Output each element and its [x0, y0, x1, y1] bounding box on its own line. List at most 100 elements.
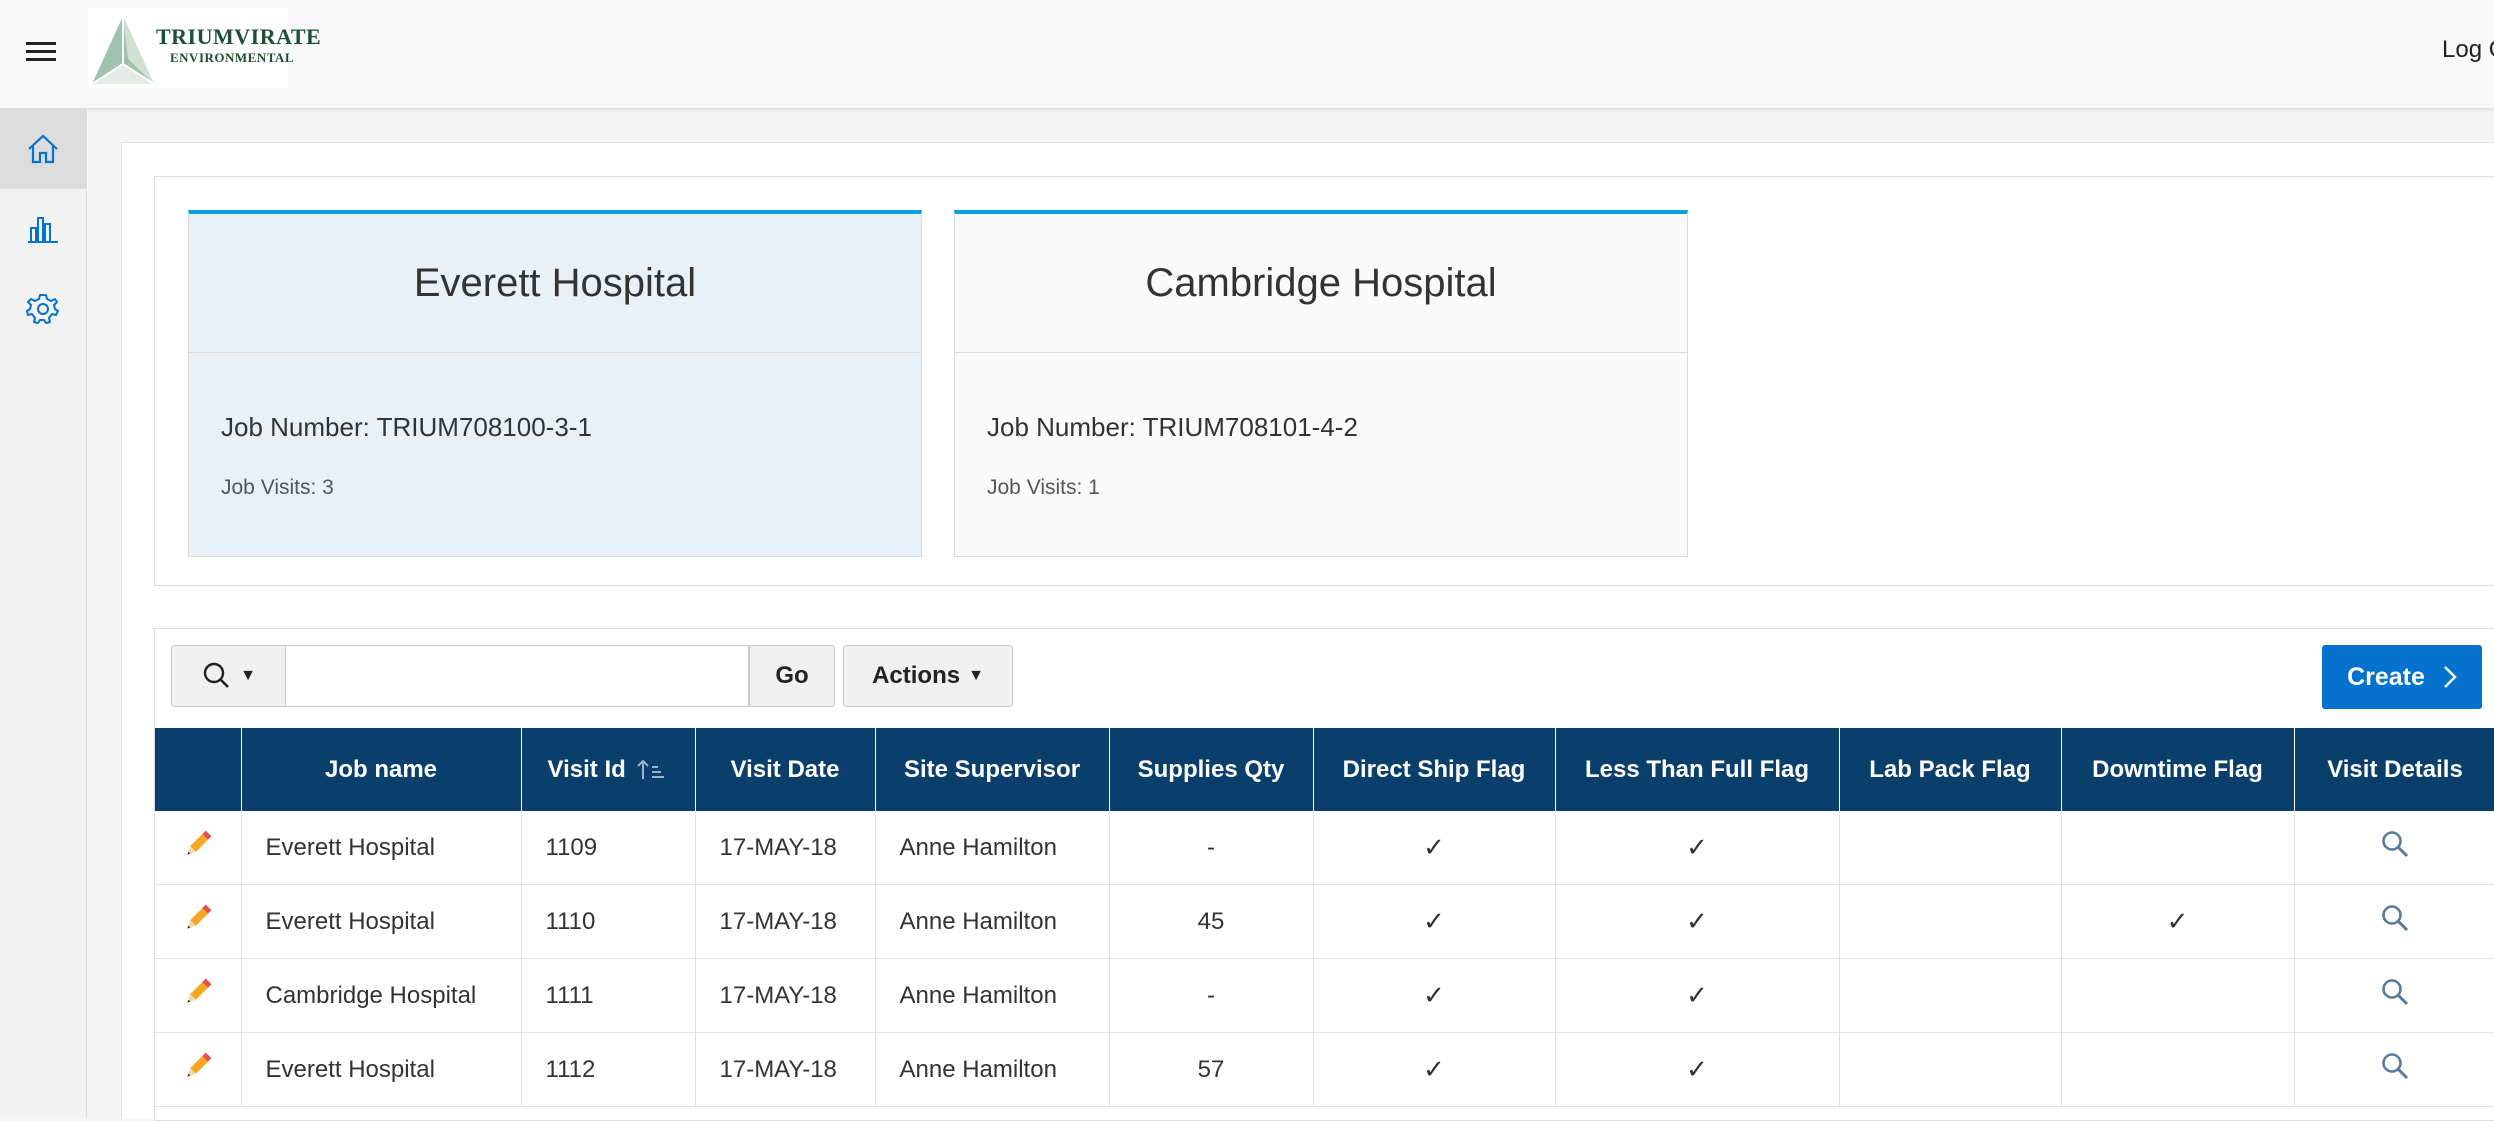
visit-id-cell: 1109 — [521, 811, 696, 885]
direct-ship-flag-cell: ✓ — [1313, 884, 1556, 959]
column-header-lab-pack-flag[interactable]: Lab Pack Flag — [1839, 728, 2062, 811]
table-row: Everett Hospital 1109 17-MAY-18 Anne Hamilt… — [155, 811, 2494, 885]
edit-cell[interactable] — [155, 811, 242, 885]
gear-icon — [26, 294, 59, 324]
column-header-direct-ship-flag[interactable]: Direct Ship Flag — [1313, 728, 1556, 811]
supplies-qty-cell: 45 — [1109, 884, 1314, 959]
job-name-cell: Everett Hospital — [241, 884, 522, 959]
visit-id-cell: 1110 — [521, 884, 696, 959]
sidebar-item-home[interactable] — [0, 109, 86, 189]
less-than-full-flag-cell: ✓ — [1555, 884, 1840, 959]
magnifier-icon — [2382, 831, 2409, 858]
visit-date-cell: 17-MAY-18 — [695, 1032, 876, 1107]
home-icon — [28, 134, 58, 164]
visit-id-cell: 1111 — [521, 958, 696, 1033]
sidebar-item-reports[interactable] — [0, 189, 86, 269]
checkmark-icon: ✓ — [1423, 980, 1445, 1010]
site-supervisor-cell: Anne Hamilton — [875, 811, 1110, 885]
main-content: Everett Hospital Job Number: TRIUM708100… — [121, 142, 2494, 1121]
magnifier-icon — [2382, 905, 2409, 932]
visit-details-cell[interactable] — [2294, 884, 2494, 959]
edit-cell[interactable] — [155, 958, 242, 1033]
actions-button[interactable]: Actions ▼ — [843, 645, 1013, 707]
chevron-down-icon: ▼ — [968, 667, 984, 684]
pencil-icon — [187, 978, 212, 1003]
visit-details-cell[interactable] — [2294, 1032, 2494, 1107]
search-icon — [203, 662, 229, 688]
site-supervisor-cell: Anne Hamilton — [875, 958, 1110, 1033]
column-header-edit — [155, 728, 242, 811]
lab-pack-flag-cell — [1839, 958, 2062, 1033]
side-navigation — [0, 109, 87, 1118]
supplies-qty-cell: 57 — [1109, 1032, 1314, 1107]
column-header-job-name[interactable]: Job name — [241, 728, 522, 811]
downtime-flag-cell — [2061, 958, 2295, 1033]
create-button[interactable]: Create — [2322, 645, 2482, 709]
direct-ship-flag-cell: ✓ — [1313, 1032, 1556, 1107]
visit-details-cell[interactable] — [2294, 958, 2494, 1033]
lab-pack-flag-cell — [1839, 1032, 2062, 1107]
chevron-right-icon — [2444, 666, 2457, 688]
column-header-site-supervisor[interactable]: Site Supervisor — [875, 728, 1110, 811]
visit-details-cell[interactable] — [2294, 811, 2494, 885]
direct-ship-flag-cell: ✓ — [1313, 958, 1556, 1033]
edit-cell[interactable] — [155, 1032, 242, 1107]
checkmark-icon: ✓ — [2166, 906, 2189, 936]
visit-date-cell: 17-MAY-18 — [695, 811, 876, 885]
visit-date-cell: 17-MAY-18 — [695, 958, 876, 1033]
magnifier-icon — [2382, 1053, 2409, 1080]
magnifier-icon — [2382, 979, 2409, 1006]
card-job-visits: Job Visits: 3 — [221, 476, 334, 499]
job-name-cell: Everett Hospital — [241, 1032, 522, 1107]
checkmark-icon: ✓ — [1686, 832, 1708, 862]
card-title: Cambridge Hospital — [955, 214, 1687, 353]
site-supervisor-cell: Anne Hamilton — [875, 1032, 1110, 1107]
pencil-icon — [187, 830, 212, 855]
edit-cell[interactable] — [155, 884, 242, 959]
logo-text-line2: Environmental — [170, 50, 294, 65]
column-header-less-than-full-flag[interactable]: Less Than Full Flag — [1555, 728, 1840, 811]
job-name-cell: Everett Hospital — [241, 811, 522, 885]
search-input[interactable] — [285, 645, 749, 707]
checkmark-icon: ✓ — [1686, 980, 1708, 1010]
checkmark-icon: ✓ — [1423, 1054, 1445, 1084]
search-column-dropdown[interactable]: ▼ — [171, 645, 287, 707]
sidebar-item-settings[interactable] — [0, 269, 86, 349]
card-job-visits: Job Visits: 1 — [987, 476, 1100, 499]
table-header-row: Job name Visit Id Visit Date Site Superv… — [155, 728, 2494, 811]
logout-link[interactable]: Log Out — [2442, 36, 2494, 64]
visit-date-cell: 17-MAY-18 — [695, 884, 876, 959]
table-row: Everett Hospital 1112 17-MAY-18 Anne Hamilt… — [155, 1032, 2494, 1107]
downtime-flag-cell — [2061, 1032, 2295, 1107]
job-card-cambridge[interactable]: Cambridge Hospital Job Number: TRIUM7081… — [954, 210, 1688, 557]
less-than-full-flag-cell: ✓ — [1555, 1032, 1840, 1107]
less-than-full-flag-cell: ✓ — [1555, 958, 1840, 1033]
supplies-qty-cell: - — [1109, 958, 1314, 1033]
menu-icon[interactable] — [26, 42, 56, 66]
pencil-icon — [187, 1052, 212, 1077]
job-visits-report: ▼ Go Actions ▼ Create Job name Visit Id … — [154, 628, 2494, 1121]
sort-ascending-icon — [637, 759, 665, 780]
job-card-everett[interactable]: Everett Hospital Job Number: TRIUM708100… — [188, 210, 922, 557]
checkmark-icon: ✓ — [1423, 832, 1445, 862]
column-header-visit-details[interactable]: Visit Details — [2294, 728, 2494, 811]
column-header-visit-id[interactable]: Visit Id — [521, 728, 696, 811]
pencil-icon — [187, 904, 212, 929]
table-row: Cambridge Hospital 1111 17-MAY-18 Anne Hami… — [155, 958, 2494, 1033]
go-button[interactable]: Go — [749, 645, 835, 707]
column-header-supplies-qty[interactable]: Supplies Qty — [1109, 728, 1314, 811]
job-name-cell: Cambridge Hospital — [241, 958, 522, 1033]
card-job-number: Job Number: TRIUM708101-4-2 — [987, 412, 1358, 442]
create-label: Create — [2347, 662, 2425, 691]
less-than-full-flag-cell: ✓ — [1555, 811, 1840, 885]
bar-chart-icon — [28, 217, 58, 243]
direct-ship-flag-cell: ✓ — [1313, 811, 1556, 885]
column-header-downtime-flag[interactable]: Downtime Flag — [2061, 728, 2295, 811]
checkmark-icon: ✓ — [1686, 906, 1708, 936]
company-logo[interactable]: Triumvirate Environmental — [88, 8, 321, 88]
lab-pack-flag-cell — [1839, 884, 2062, 959]
lab-pack-flag-cell — [1839, 811, 2062, 885]
supplies-qty-cell: - — [1109, 811, 1314, 885]
column-header-visit-date[interactable]: Visit Date — [695, 728, 876, 811]
site-supervisor-cell: Anne Hamilton — [875, 884, 1110, 959]
